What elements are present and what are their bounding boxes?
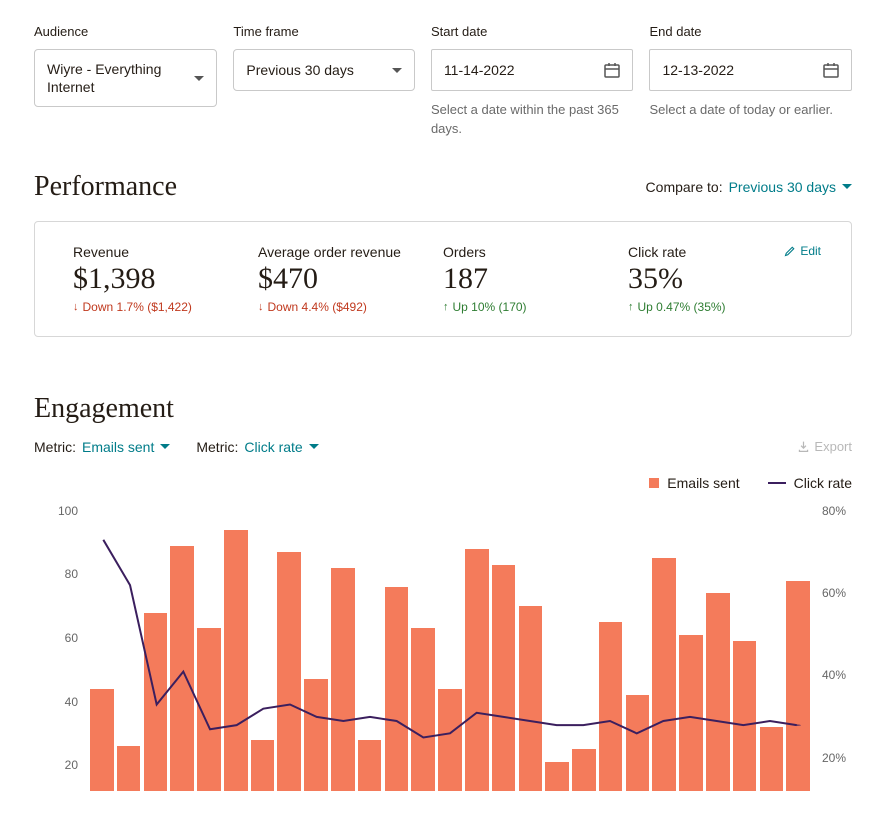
revenue-value: $1,398 [73, 262, 258, 296]
arrow-down-icon: ↓ [73, 301, 79, 313]
audience-value: Wiyre - Everything Internet [47, 60, 186, 96]
start-date-input[interactable]: 11-14-2022 [431, 49, 634, 91]
start-date-label: Start date [431, 24, 634, 39]
timeframe-value: Previous 30 days [246, 61, 384, 79]
arrow-up-icon: ↑ [628, 301, 634, 313]
metric2-prefix: Metric: [196, 439, 238, 455]
compare-label: Compare to: [646, 179, 723, 195]
end-date-value: 12-13-2022 [662, 62, 734, 78]
performance-card: Revenue $1,398 ↓ Down 1.7% ($1,422) Avera… [34, 221, 852, 337]
calendar-icon [604, 62, 620, 78]
performance-title: Performance [34, 171, 177, 203]
y-left-tick: 60 [65, 631, 78, 645]
chevron-down-icon [309, 444, 319, 449]
compare-value: Previous 30 days [729, 179, 836, 195]
end-date-label: End date [649, 24, 852, 39]
chevron-down-icon [392, 68, 402, 73]
legend-bars: Emails sent [649, 475, 739, 491]
metric1-value: Emails sent [82, 439, 154, 455]
export-label: Export [814, 439, 852, 454]
legend-line-label: Click rate [794, 475, 852, 491]
revenue-delta: Down 1.7% ($1,422) [83, 300, 192, 314]
chevron-down-icon [194, 76, 204, 81]
y-right-tick: 40% [822, 668, 846, 682]
orders-label: Orders [443, 244, 628, 260]
legend-bars-label: Emails sent [667, 475, 739, 491]
audience-select[interactable]: Wiyre - Everything Internet [34, 49, 217, 107]
metric1-select[interactable]: Emails sent [82, 439, 170, 455]
legend-line: Click rate [768, 475, 852, 491]
chevron-down-icon [842, 184, 852, 189]
y-right-tick: 60% [822, 586, 846, 600]
compare-select[interactable]: Previous 30 days [729, 179, 852, 195]
end-date-input[interactable]: 12-13-2022 [649, 49, 852, 91]
timeframe-select[interactable]: Previous 30 days [233, 49, 415, 91]
calendar-icon [823, 62, 839, 78]
square-icon [649, 478, 659, 488]
y-left-tick: 80 [65, 567, 78, 581]
export-button[interactable]: Export [797, 439, 852, 454]
y-left-tick: 20 [65, 758, 78, 772]
timeframe-label: Time frame [233, 24, 415, 39]
aor-value: $470 [258, 262, 443, 296]
arrow-down-icon: ↓ [258, 301, 264, 313]
start-date-hint: Select a date within the past 365 days. [431, 101, 634, 139]
aor-label: Average order revenue [258, 244, 443, 260]
audience-label: Audience [34, 24, 217, 39]
metric2-value: Click rate [244, 439, 302, 455]
line-icon [768, 482, 786, 484]
engagement-title: Engagement [34, 393, 852, 425]
download-icon [797, 440, 810, 453]
aor-delta: Down 4.4% ($492) [268, 300, 367, 314]
y-left-tick: 100 [58, 504, 78, 518]
y-right-tick: 20% [822, 751, 846, 765]
chevron-down-icon [160, 444, 170, 449]
y-right-tick: 80% [822, 504, 846, 518]
start-date-value: 11-14-2022 [444, 62, 515, 78]
orders-delta: Up 10% (170) [453, 300, 527, 314]
pencil-icon [784, 245, 796, 257]
click-delta: Up 0.47% (35%) [638, 300, 726, 314]
click-value: 35% [628, 262, 813, 296]
revenue-label: Revenue [73, 244, 258, 260]
metric2-select[interactable]: Click rate [244, 439, 318, 455]
orders-value: 187 [443, 262, 628, 296]
engagement-chart: 20406080100 20%40%60%80% [48, 511, 852, 791]
edit-label: Edit [800, 244, 821, 258]
edit-button[interactable]: Edit [784, 244, 821, 258]
end-date-hint: Select a date of today or earlier. [649, 101, 852, 120]
arrow-up-icon: ↑ [443, 301, 449, 313]
metric1-prefix: Metric: [34, 439, 76, 455]
y-left-tick: 40 [65, 695, 78, 709]
